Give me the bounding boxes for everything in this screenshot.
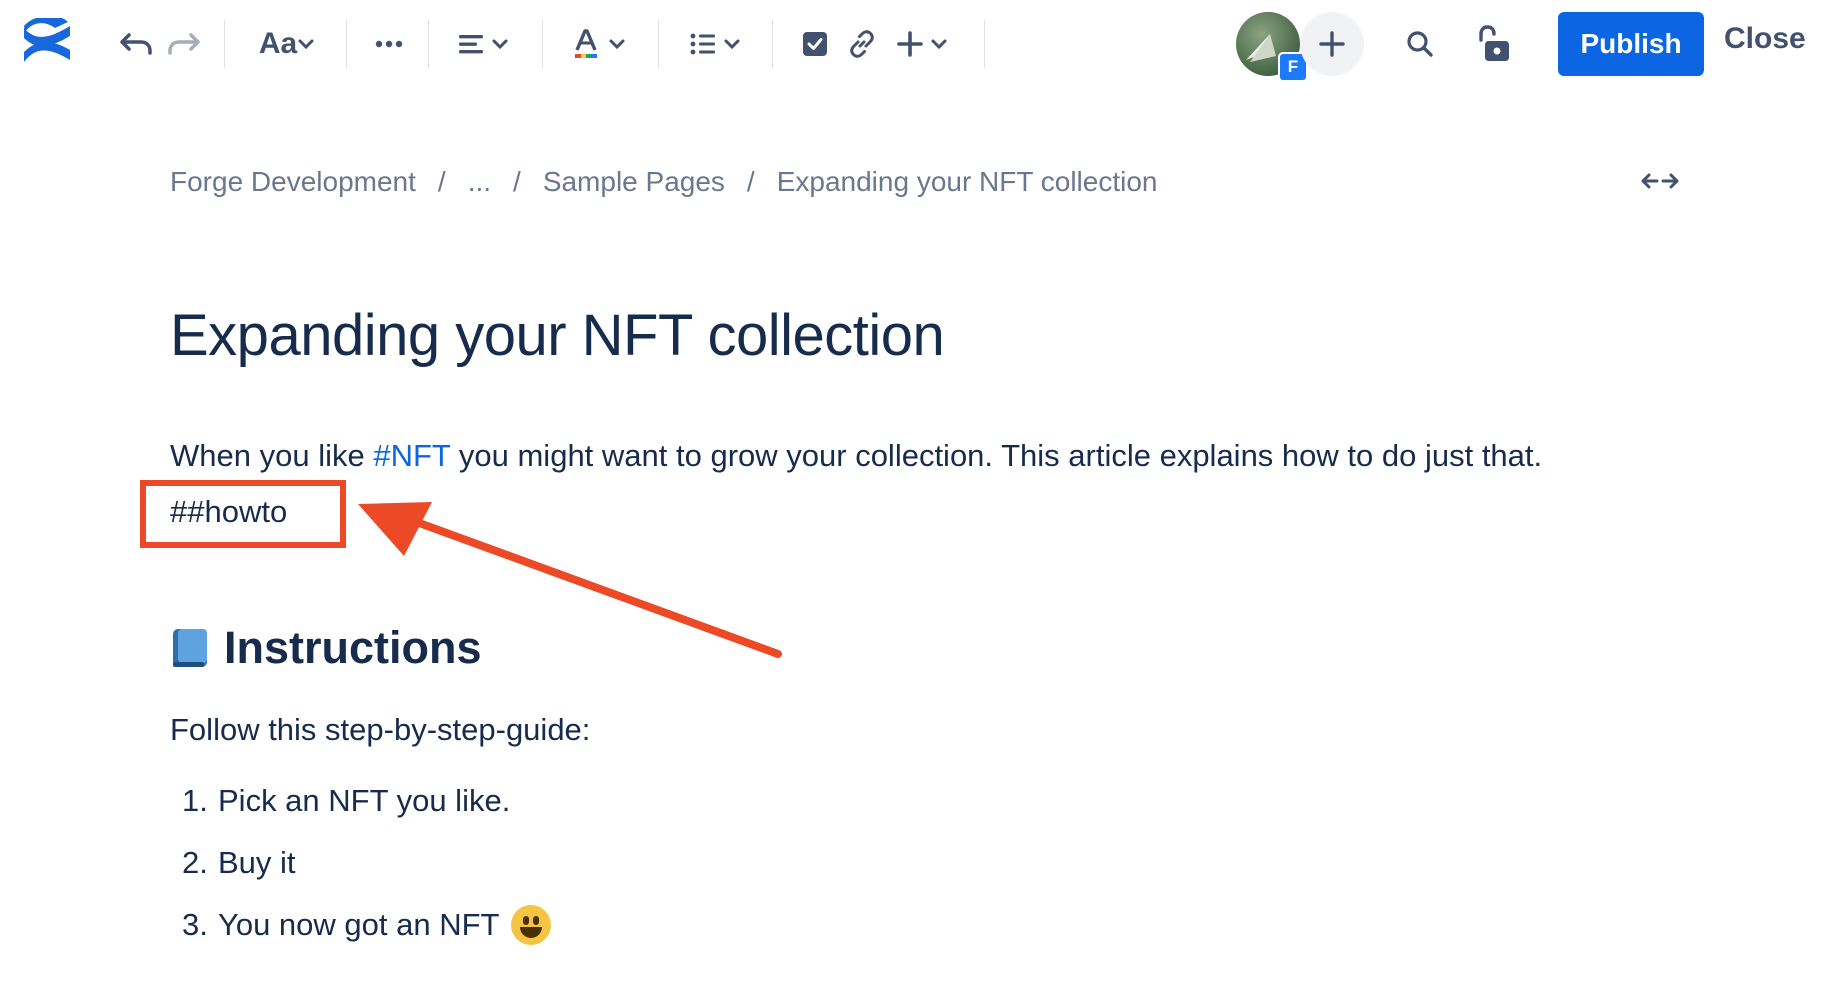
list-number: 2. (182, 845, 208, 880)
chevron-down-icon (609, 39, 625, 50)
breadcrumb-parent[interactable]: Sample Pages (543, 166, 725, 198)
annotation-highlight-box (140, 480, 346, 548)
close-button[interactable]: Close (1724, 22, 1806, 56)
list-item-text: You now got an NFT (218, 907, 500, 942)
breadcrumb-space[interactable]: Forge Development (170, 166, 416, 198)
link-button[interactable] (844, 26, 880, 62)
breadcrumb-separator: / (513, 166, 521, 197)
redo-icon[interactable] (166, 26, 202, 62)
undo-icon[interactable] (118, 26, 154, 62)
list-number: 3. (182, 907, 208, 942)
grinning-face-icon (511, 905, 552, 945)
breadcrumb-current[interactable]: Expanding your NFT collection (777, 166, 1158, 198)
list-icon (690, 33, 715, 55)
list-item[interactable]: 1. Pick an NFT you like. (182, 770, 551, 832)
chevron-down-icon (724, 39, 740, 50)
link-icon (850, 30, 874, 58)
align-icon (459, 35, 483, 54)
text-color-dropdown[interactable] (568, 22, 630, 66)
confluence-logo-icon[interactable] (22, 16, 72, 72)
book-icon (173, 629, 207, 667)
list-item[interactable]: 3. You now got an NFT (182, 894, 552, 956)
page-title[interactable]: Expanding your NFT collection (170, 302, 945, 369)
publish-button[interactable]: Publish (1558, 12, 1704, 76)
text-style-dropdown[interactable]: Aa (254, 22, 320, 66)
instructions-heading-text: Instructions (224, 622, 482, 673)
toolbar-divider (224, 20, 225, 68)
toolbar-divider (542, 20, 543, 68)
breadcrumb-ellipsis[interactable]: ... (468, 166, 491, 198)
breadcrumb-separator: / (437, 166, 446, 197)
text-color-icon (575, 29, 597, 58)
insert-dropdown[interactable] (892, 24, 952, 64)
chevron-down-icon (931, 39, 947, 50)
search-button[interactable] (1402, 26, 1438, 62)
chevron-down-icon (492, 39, 508, 50)
plus-icon (897, 31, 923, 57)
breadcrumb: Forge Development / ... / Sample Pages /… (170, 166, 1158, 198)
expand-width-button[interactable] (1640, 170, 1680, 197)
chevron-down-icon (298, 39, 314, 50)
guide-paragraph[interactable]: Follow this step-by-step-guide: (170, 712, 590, 748)
editor-toolbar: Aa F Publish Close (0, 0, 1822, 88)
toolbar-divider (428, 20, 429, 68)
search-icon (1407, 31, 1433, 57)
instructions-heading[interactable]: Instructions (170, 622, 482, 674)
invite-collaborator-button[interactable] (1300, 12, 1364, 76)
toolbar-divider (658, 20, 659, 68)
toolbar-divider (984, 20, 985, 68)
list-dropdown[interactable] (684, 24, 746, 64)
nft-hashtag-link[interactable]: #NFT (373, 438, 450, 473)
text-style-label: Aa (258, 27, 298, 60)
action-item-button[interactable] (798, 26, 832, 62)
restrictions-button[interactable] (1474, 22, 1514, 66)
plus-icon (1319, 31, 1345, 57)
intro-text-rest: you might want to grow your collection. … (450, 438, 1543, 473)
checkbox-icon (803, 32, 827, 56)
intro-paragraph[interactable]: When you like #NFT you might want to gro… (170, 438, 1542, 474)
unlock-icon (1479, 25, 1509, 61)
list-number: 1. (182, 783, 208, 818)
list-item-text: Pick an NFT you like. (218, 783, 511, 818)
toolbar-divider (346, 20, 347, 68)
intro-text: When you like (170, 438, 374, 473)
more-formatting-button[interactable] (372, 24, 406, 64)
expand-width-icon (1641, 173, 1679, 189)
breadcrumb-separator: / (746, 166, 755, 197)
list-item-text: Buy it (218, 845, 296, 880)
more-icon (375, 40, 403, 48)
alignment-dropdown[interactable] (452, 24, 514, 64)
list-item[interactable]: 2. Buy it (182, 832, 551, 894)
steps-list: 1. Pick an NFT you like. 2. Buy it 3. You n… (182, 770, 552, 956)
toolbar-divider (772, 20, 773, 68)
